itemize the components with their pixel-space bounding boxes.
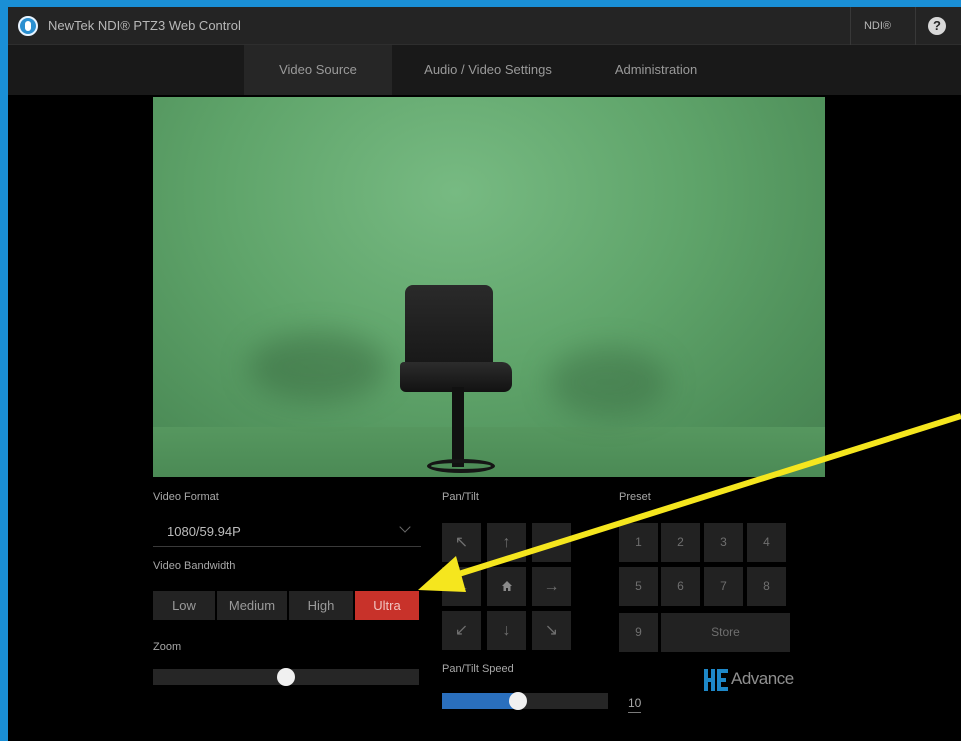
tab-audio-video-settings[interactable]: Audio / Video Settings (404, 45, 572, 95)
preset-2-button[interactable]: 2 (661, 523, 700, 562)
speed-slider-fill (442, 693, 518, 709)
newtek-logo-icon (18, 16, 38, 36)
zoom-slider[interactable] (153, 668, 419, 686)
preset-label: Preset (619, 491, 651, 503)
video-format-select[interactable]: 1080/59.94P (153, 517, 421, 547)
bandwidth-ultra-button[interactable]: Ultra (355, 591, 419, 620)
main-nav: Video Source Audio / Video Settings Admi… (8, 45, 961, 95)
video-format-label: Video Format (153, 491, 219, 503)
help-button[interactable]: ? (915, 7, 961, 45)
pan-tilt-speed-slider[interactable] (442, 692, 608, 710)
preset-6-button[interactable]: 6 (661, 567, 700, 606)
pan-down-button[interactable]: ↓ (487, 611, 526, 650)
preset-1-button[interactable]: 1 (619, 523, 658, 562)
hevc-advance-logo: Advance (731, 669, 794, 688)
chevron-down-icon (399, 521, 411, 533)
bandwidth-medium-button[interactable]: Medium (217, 591, 287, 620)
preset-store-button[interactable]: Store (661, 613, 790, 652)
hevc-logo-icon (704, 669, 728, 691)
preset-4-button[interactable]: 4 (747, 523, 786, 562)
home-icon (501, 581, 512, 591)
speed-slider-thumb[interactable] (509, 692, 527, 710)
video-format-value: 1080/59.94P (167, 524, 241, 539)
help-icon: ? (928, 17, 946, 35)
preset-9-button[interactable]: 9 (619, 613, 658, 652)
pan-up-right-button[interactable] (532, 523, 571, 562)
pan-down-left-button[interactable]: ↙ (442, 611, 481, 650)
preset-8-button[interactable]: 8 (747, 567, 786, 606)
video-bandwidth-label: Video Bandwidth (153, 560, 236, 572)
app-title: NewTek NDI® PTZ3 Web Control (48, 18, 241, 33)
pan-tilt-label: Pan/Tilt (442, 491, 479, 503)
pan-up-left-button[interactable]: ↖ (442, 523, 481, 562)
title-bar: NewTek NDI® PTZ3 Web Control NDI® ? (8, 7, 961, 45)
preset-7-button[interactable]: 7 (704, 567, 743, 606)
pan-left-button[interactable]: ← (442, 567, 481, 606)
pan-right-button[interactable]: → (532, 567, 571, 606)
video-preview (153, 97, 825, 477)
bandwidth-low-button[interactable]: Low (153, 591, 215, 620)
pan-down-right-button[interactable]: ↘ (532, 611, 571, 650)
pan-up-button[interactable]: ↑ (487, 523, 526, 562)
tab-administration[interactable]: Administration (590, 45, 722, 95)
preset-3-button[interactable]: 3 (704, 523, 743, 562)
zoom-slider-thumb[interactable] (277, 668, 295, 686)
pan-tilt-speed-label: Pan/Tilt Speed (442, 663, 514, 675)
zoom-label: Zoom (153, 641, 182, 653)
bandwidth-high-button[interactable]: High (289, 591, 353, 620)
tab-video-source[interactable]: Video Source (244, 45, 392, 95)
pan-tilt-speed-value: 10 (628, 696, 642, 713)
pan-home-button[interactable] (487, 567, 526, 606)
ndi-button[interactable]: NDI® (850, 7, 904, 45)
web-control-window: NewTek NDI® PTZ3 Web Control NDI® ? Vide… (8, 7, 961, 741)
preset-5-button[interactable]: 5 (619, 567, 658, 606)
